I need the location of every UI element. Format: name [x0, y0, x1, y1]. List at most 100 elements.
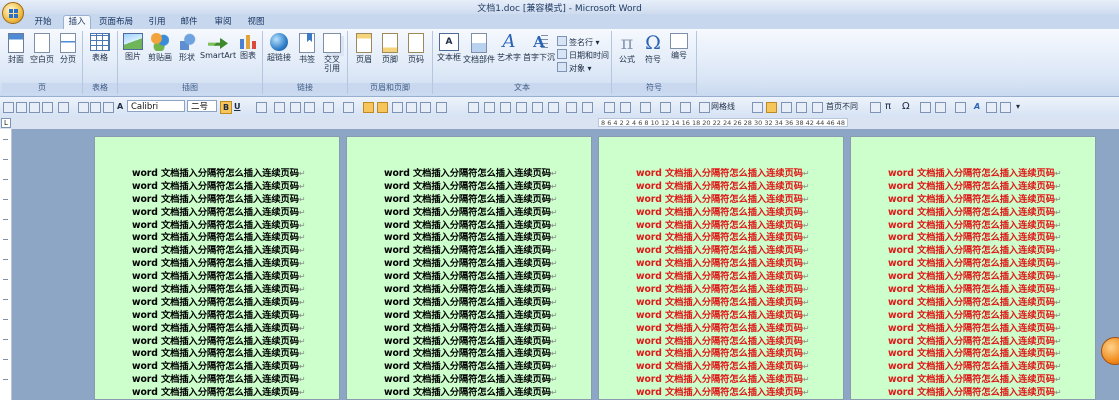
date-time-button[interactable]: 日期和时间 — [557, 49, 609, 61]
textbox-small-icon[interactable] — [920, 102, 931, 113]
open-icon[interactable] — [29, 102, 40, 113]
columns-icon[interactable] — [500, 102, 511, 113]
document-page[interactable]: word 文档插入分隔符怎么插入连续页码↵ word 文档插入分隔符怎么插入连续页… — [94, 136, 340, 400]
symbol-small-icon[interactable]: Ω — [902, 101, 910, 112]
document-page[interactable]: word 文档插入分隔符怎么插入连续页码↵ word 文档插入分隔符怎么插入连续页… — [850, 136, 1096, 400]
customize-toolbar-icon[interactable]: ▾ — [1016, 101, 1020, 112]
align-center-icon[interactable] — [377, 102, 388, 113]
undo-icon[interactable] — [58, 102, 69, 113]
show-marks-icon[interactable] — [363, 102, 374, 113]
tab-view[interactable]: 视图 — [243, 16, 269, 29]
document-line: word 文档插入分隔符怎么插入连续页码↵ — [888, 387, 1062, 399]
paste-icon[interactable] — [90, 102, 101, 113]
position-icon[interactable] — [640, 102, 651, 113]
office-button[interactable] — [2, 2, 24, 24]
quick-parts-button[interactable]: 文档部件 — [463, 33, 495, 64]
font-size-select[interactable]: 二号 — [187, 100, 217, 112]
gridlines-label[interactable]: 网格线 — [711, 101, 735, 112]
format-painter-icon[interactable] — [103, 102, 114, 113]
link-to-previous-icon[interactable] — [766, 102, 777, 113]
tab-selector-icon[interactable]: L — [1, 118, 11, 128]
tab-review[interactable]: 审阅 — [210, 16, 236, 29]
object-button[interactable]: 对象 ▾ — [557, 62, 592, 74]
tab-page-layout[interactable]: 页面布局 — [98, 16, 134, 29]
document-page[interactable]: word 文档插入分隔符怎么插入连续页码↵ word 文档插入分隔符怎么插入连续页… — [598, 136, 844, 400]
symbol-button[interactable]: Ω 符号 — [640, 33, 666, 64]
signature-line-button[interactable]: 签名行 ▾ — [557, 36, 600, 48]
rotate-icon[interactable] — [680, 102, 691, 113]
footer-button[interactable]: 页脚 — [378, 33, 402, 64]
highlight-icon[interactable] — [256, 102, 267, 113]
object-small-icon[interactable] — [955, 102, 966, 113]
chart-button[interactable]: 图表 — [236, 33, 260, 60]
scroll-browse-icon[interactable] — [1101, 337, 1119, 365]
justify-icon[interactable] — [420, 102, 431, 113]
prev-section-icon[interactable] — [781, 102, 792, 113]
page-setup-icon[interactable] — [484, 102, 495, 113]
tab-mailings[interactable]: 邮件 — [176, 16, 202, 29]
equation-button[interactable]: π 公式 — [614, 33, 640, 64]
gridlines-icon[interactable] — [699, 102, 710, 113]
text-direction-icon[interactable] — [752, 102, 763, 113]
table-button[interactable]: 表格 — [86, 33, 114, 62]
align-left-icon[interactable] — [392, 102, 403, 113]
new-doc-icon[interactable] — [16, 102, 27, 113]
insert-date-icon[interactable] — [870, 102, 881, 113]
bookmark-button[interactable]: 书签 — [295, 33, 319, 64]
font-color-a-icon[interactable]: A — [117, 101, 123, 112]
align-objects-icon[interactable] — [660, 102, 671, 113]
numbering-icon[interactable] — [304, 102, 315, 113]
textbox-button[interactable]: A 文本框 — [435, 33, 463, 62]
group-label-text: 文本 — [433, 83, 611, 93]
color-icon[interactable] — [986, 102, 997, 113]
split-cells-icon[interactable] — [548, 102, 559, 113]
first-page-checkbox[interactable] — [812, 102, 823, 113]
settings-icon[interactable] — [1000, 102, 1011, 113]
merge-cells-icon[interactable] — [532, 102, 543, 113]
clear-format-icon[interactable] — [274, 102, 285, 113]
clipart-button[interactable]: 剪贴画 — [146, 33, 174, 62]
cross-reference-button[interactable]: 交叉 引用 — [320, 33, 344, 73]
print-icon[interactable] — [42, 102, 53, 113]
tab-home[interactable]: 开始 — [30, 16, 56, 29]
horizontal-ruler[interactable]: 8 6 4 2 2 4 6 8 10 12 14 16 18 20 22 24 … — [598, 118, 848, 127]
next-section-icon[interactable] — [796, 102, 807, 113]
font-name-select[interactable]: Calibri — [127, 100, 185, 112]
shapes-button[interactable]: 形状 — [174, 33, 200, 62]
picture-button[interactable]: 图片 — [120, 33, 146, 61]
cover-button[interactable]: 封面 — [4, 33, 28, 64]
save-icon[interactable] — [3, 102, 14, 113]
page-break-button[interactable]: 分页 — [56, 33, 80, 64]
wrap-text-icon[interactable] — [620, 102, 631, 113]
wordart-button[interactable]: A 艺术字 — [495, 33, 523, 63]
redo-icon[interactable] — [78, 102, 89, 113]
smartart-button[interactable]: SmartArt — [200, 33, 236, 60]
insert-table-icon[interactable] — [516, 102, 527, 113]
different-first-page-label[interactable]: 首页不同 — [826, 101, 858, 112]
number-button[interactable]: 编号 — [666, 33, 692, 60]
eraser-icon[interactable] — [582, 102, 593, 113]
blank-page-button[interactable]: 空白页 — [29, 33, 55, 64]
tab-insert[interactable]: 插入 — [63, 15, 91, 30]
insert-picture-icon[interactable] — [604, 102, 615, 113]
hyperlink-button[interactable]: 超链接 — [265, 33, 293, 62]
bullets-icon[interactable] — [290, 102, 301, 113]
tab-references[interactable]: 引用 — [144, 16, 170, 29]
page-number-button[interactable]: 页码 — [404, 33, 428, 64]
equation-small-icon[interactable]: π — [885, 101, 891, 112]
indent-icon[interactable] — [323, 102, 334, 113]
borders-icon[interactable] — [343, 102, 354, 113]
underline-button[interactable]: U — [234, 101, 241, 112]
bold-button[interactable]: B — [220, 101, 232, 114]
document-line: word 文档插入分隔符怎么插入连续页码↵ — [384, 193, 558, 205]
wordart-small-icon[interactable]: A — [974, 101, 980, 112]
draw-table-icon[interactable] — [566, 102, 577, 113]
align-right-icon[interactable] — [406, 102, 417, 113]
dropcap-button[interactable]: A 首字下沉 — [523, 33, 555, 62]
document-page[interactable]: word 文档插入分隔符怎么插入连续页码↵ word 文档插入分隔符怎么插入连续页… — [346, 136, 592, 400]
vertical-ruler[interactable] — [0, 129, 12, 400]
header-footer-icon[interactable] — [468, 102, 479, 113]
quick-parts-small-icon[interactable] — [935, 102, 946, 113]
header-button[interactable]: 页眉 — [352, 33, 376, 64]
distributed-icon[interactable] — [436, 102, 447, 113]
